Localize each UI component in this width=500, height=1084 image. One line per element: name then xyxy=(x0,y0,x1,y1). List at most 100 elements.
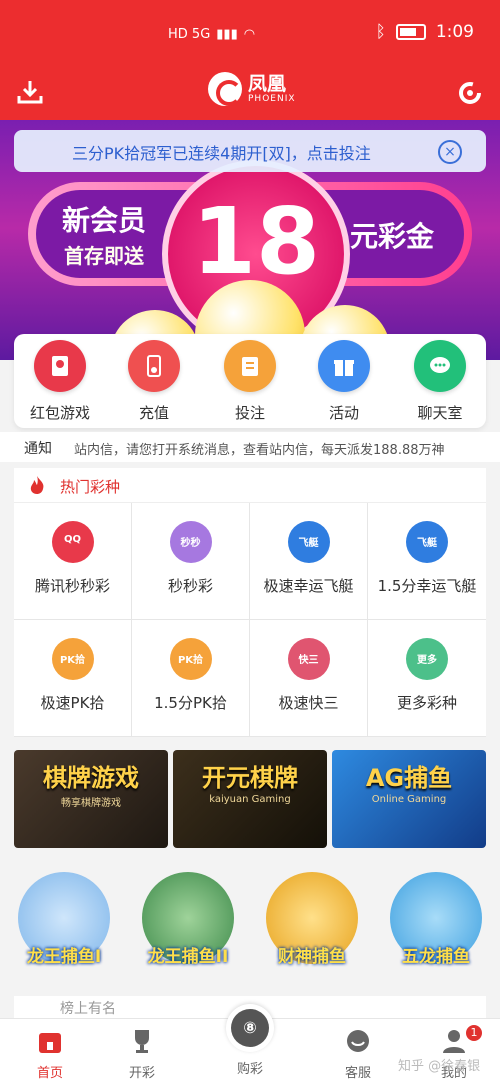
lottery-label: 1.5分幸运飞艇 xyxy=(377,577,477,595)
quick-item-label: 红包游戏 xyxy=(29,404,90,422)
lottery-label: 腾讯秒秒彩 xyxy=(34,577,110,595)
pk10-icon: PK拾 xyxy=(169,638,212,680)
lottery-item[interactable]: 快三 极速快三 xyxy=(250,620,367,736)
ticker-message[interactable]: 站内信，请您打开系统消息，查看站内信，每天派发188.88万神 xyxy=(74,439,488,458)
phoenix-logo-icon xyxy=(208,72,242,106)
watermark: 知乎 @徐春银 xyxy=(398,1059,481,1074)
lottery-label: 更多彩种 xyxy=(396,694,457,712)
quick-item-bet[interactable]: 投注 xyxy=(210,340,290,423)
tab-label: 首页 xyxy=(36,1066,63,1081)
hot-lottery-title: 热门彩种 xyxy=(60,478,121,496)
game-card-title: 开元棋牌 xyxy=(202,764,298,792)
download-icon[interactable] xyxy=(16,78,44,106)
banner-left-line2: 首存即送 xyxy=(64,244,144,268)
fishing-game-title: 龙王捕鱼II xyxy=(147,947,229,967)
banner-number: 18 xyxy=(191,188,321,295)
close-icon[interactable]: × xyxy=(438,140,462,164)
buy-lottery-button[interactable]: ⑧ xyxy=(226,1004,274,1052)
lottery-label: 极速幸运飞艇 xyxy=(263,577,354,595)
quick-item-recharge[interactable]: 充值 xyxy=(114,340,194,423)
trophy-icon xyxy=(135,1030,149,1053)
tab-label: 开彩 xyxy=(128,1066,155,1081)
lottery-label: 秒秒彩 xyxy=(167,577,213,595)
lottery-item[interactable]: 飞艇 极速幸运飞艇 xyxy=(250,503,367,619)
notice-bar[interactable]: 三分PK拾冠军已连续4期开[双]，点击投注 × xyxy=(14,130,486,172)
hot-lottery-header: 热门彩种 xyxy=(14,468,486,503)
quick-item-label: 投注 xyxy=(234,404,265,422)
fishing-game-item[interactable]: 五龙捕鱼 xyxy=(386,868,486,972)
rank-title: 榜上有名 xyxy=(60,1001,116,1017)
tab-service[interactable]: 客服 xyxy=(308,1019,408,1084)
game-cards: 棋牌游戏 畅享棋牌游戏 开元棋牌 kaiyuan Gaming AG捕鱼 Onl… xyxy=(14,750,486,850)
lottery-item[interactable]: 更多 更多彩种 xyxy=(368,620,486,736)
notice-text[interactable]: 三分PK拾冠军已连续4期开[双]，点击投注 xyxy=(72,140,371,164)
lottery-label: 1.5分PK拾 xyxy=(154,694,227,712)
lottery-item[interactable]: PK拾 极速PK拾 xyxy=(14,620,131,736)
fishing-game-title: 龙王捕鱼I xyxy=(26,947,102,967)
quick-item-red-envelope[interactable]: 红包游戏 xyxy=(20,340,100,423)
tab-draw[interactable]: 开彩 xyxy=(92,1019,192,1084)
game-card-title: AG捕鱼 xyxy=(365,764,453,792)
notification-badge: 1 xyxy=(466,1025,482,1041)
network-indicators: HD 5G ▮▮▮ ◠ xyxy=(168,27,255,42)
game-card-ag-fishing[interactable]: AG捕鱼 Online Gaming xyxy=(332,750,486,848)
user-icon xyxy=(443,1030,465,1053)
ticker-label: 通知 xyxy=(24,441,52,457)
wifi-icon: ◠ xyxy=(243,27,256,42)
network-label: HD 5G xyxy=(168,27,211,42)
penguin-icon: QQ xyxy=(51,521,94,563)
red-envelope-icon xyxy=(34,340,86,392)
quick-item-label: 充值 xyxy=(138,404,169,422)
game-card-title: 棋牌游戏 xyxy=(43,764,139,792)
logo-en: PHOENIX xyxy=(248,93,296,104)
fishing-game-item[interactable]: 财神捕鱼 xyxy=(262,868,362,972)
lottery-grid: QQ 腾讯秒秒彩 秒秒 秒秒彩 飞艇 极速幸运飞艇 飞艇 1.5分幸运飞艇 PK… xyxy=(14,503,486,737)
lottery-label: 极速快三 xyxy=(278,694,339,712)
quick-item-chat[interactable]: 聊天室 xyxy=(400,340,480,423)
quick-item-activity[interactable]: 活动 xyxy=(304,340,384,423)
fishing-game-title: 五龙捕鱼 xyxy=(402,947,470,967)
lottery-ball-icon: ⑧ xyxy=(231,1009,269,1047)
lottery-item[interactable]: PK拾 1.5分PK拾 xyxy=(132,620,249,736)
game-card-subtitle: kaiyuan Gaming xyxy=(209,794,291,805)
game-card-kaiyuan[interactable]: 开元棋牌 kaiyuan Gaming xyxy=(173,750,327,848)
dice-icon: 快三 xyxy=(287,638,330,680)
banner-right-text: 元彩金 xyxy=(350,220,435,253)
tab-mine[interactable]: 我的 xyxy=(404,1019,500,1084)
seconds-lottery-icon: 秒秒 xyxy=(169,521,212,563)
refresh-icon[interactable] xyxy=(456,78,484,106)
airship-icon: 飞艇 xyxy=(406,521,448,563)
pk10-icon: PK拾 xyxy=(51,638,94,680)
fishing-game-item[interactable]: 龙王捕鱼II xyxy=(138,868,238,972)
clipboard-icon xyxy=(224,340,276,392)
customer-service-icon xyxy=(347,1030,369,1052)
quick-item-label: 聊天室 xyxy=(417,404,463,422)
home-icon xyxy=(39,1033,61,1053)
tab-home[interactable]: 首页 xyxy=(0,1019,100,1084)
gift-icon xyxy=(318,340,370,392)
fishing-game-title: 财神捕鱼 xyxy=(278,947,346,967)
status-bar: HD 5G ▮▮▮ ◠ ᛒ 1:09 xyxy=(0,0,500,72)
tab-label: 购彩 xyxy=(236,1062,263,1077)
clock: 1:09 xyxy=(435,22,474,42)
game-card-subtitle: 畅享棋牌游戏 xyxy=(61,798,121,809)
chat-bubble-icon xyxy=(414,340,466,392)
lottery-label: 极速PK拾 xyxy=(40,694,105,712)
airship-icon: 飞艇 xyxy=(287,521,330,563)
quick-item-label: 活动 xyxy=(328,404,359,422)
game-card-chess[interactable]: 棋牌游戏 畅享棋牌游戏 xyxy=(14,750,168,848)
app-logo: 凤凰 PHOENIX xyxy=(208,72,296,106)
battery-icon xyxy=(395,24,426,40)
notification-ticker[interactable]: 通知 站内信，请您打开系统消息，查看站内信，每天派发188.88万神 xyxy=(0,432,500,462)
signal-icon: ▮▮▮ xyxy=(216,27,238,42)
fishing-game-item[interactable]: 龙王捕鱼I xyxy=(14,868,114,972)
bluetooth-icon: ᛒ xyxy=(375,22,386,42)
lottery-item[interactable]: 飞艇 1.5分幸运飞艇 xyxy=(368,503,486,619)
lottery-item[interactable]: 秒秒 秒秒彩 xyxy=(132,503,249,619)
lottery-item[interactable]: QQ 腾讯秒秒彩 xyxy=(14,503,131,619)
logo-cn: 凤凰 xyxy=(248,72,287,95)
status-right: ᛒ 1:09 xyxy=(376,22,474,42)
fishing-games: 龙王捕鱼I 龙王捕鱼II 财神捕鱼 五龙捕鱼 xyxy=(14,868,486,978)
game-card-subtitle: Online Gaming xyxy=(371,794,447,805)
quick-menu: 红包游戏 充值 投注 活动 聊天室 xyxy=(14,334,486,428)
